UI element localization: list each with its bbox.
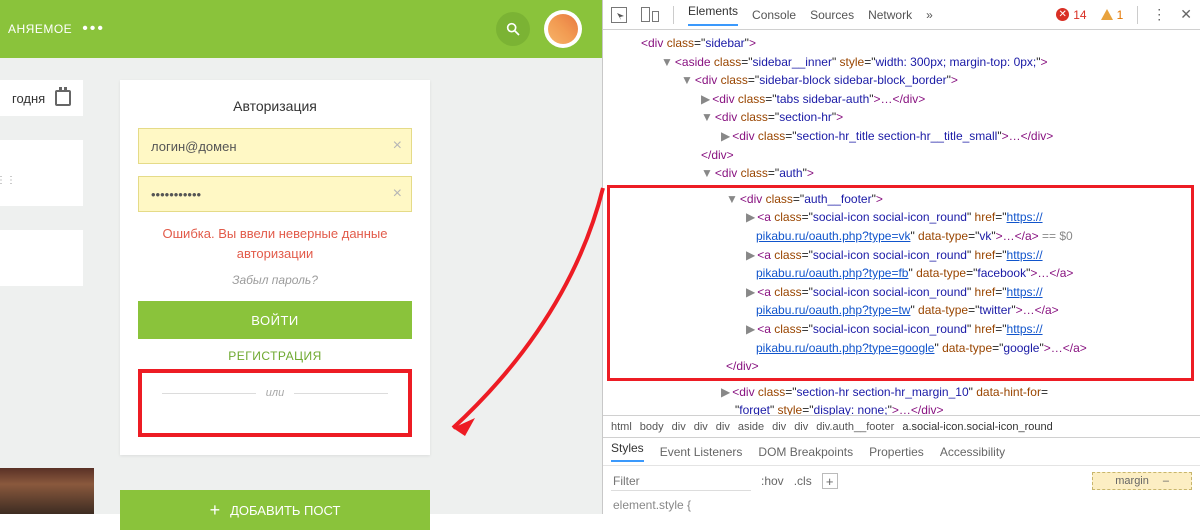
error-count[interactable]: ✕14: [1056, 8, 1086, 22]
inspect-icon[interactable]: [611, 7, 627, 23]
login-input[interactable]: [138, 128, 412, 164]
resize-handle[interactable]: ⋮⋮: [0, 170, 12, 190]
search-button[interactable]: [496, 12, 530, 46]
box-model-margin: margin–: [1092, 472, 1192, 490]
tab-more[interactable]: »: [926, 8, 933, 22]
login-field-wrap: ×: [138, 128, 412, 164]
tab-sources[interactable]: Sources: [810, 8, 854, 22]
auth-footer-highlight: или: [138, 369, 412, 437]
avatar-image: [548, 14, 578, 44]
left-block-2: [0, 140, 83, 206]
annotation-arrow: [435, 180, 625, 450]
add-post-label: ДОБАВИТЬ ПОСТ: [230, 503, 340, 518]
tab-event-listeners[interactable]: Event Listeners: [660, 445, 743, 459]
tab-dom-breakpoints[interactable]: DOM Breakpoints: [758, 445, 853, 459]
login-button[interactable]: ВОЙТИ: [138, 301, 412, 339]
site-panel: АНЯЕМОЕ ••• годня Авторизация × × Ошибка…: [0, 0, 602, 514]
elements-tree[interactable]: <div class="sidebar"> ▼<aside class="sid…: [603, 30, 1200, 415]
tab-accessibility[interactable]: Accessibility: [940, 445, 1005, 459]
devtools-panel: ⋮⋮ Elements Console Sources Network » ✕1…: [602, 0, 1200, 514]
hov-toggle[interactable]: :hov: [761, 474, 784, 488]
avatar[interactable]: [544, 10, 582, 48]
styles-filter-input[interactable]: [611, 471, 751, 491]
top-label: АНЯЕМОЕ: [8, 22, 72, 36]
styles-pane: Styles Event Listeners DOM Breakpoints P…: [603, 437, 1200, 514]
devtools-header: Elements Console Sources Network » ✕14 1…: [603, 0, 1200, 30]
tab-properties[interactable]: Properties: [869, 445, 924, 459]
devtools-close-icon[interactable]: ✕: [1180, 6, 1192, 23]
add-post-button[interactable]: + ДОБАВИТЬ ПОСТ: [120, 490, 430, 530]
top-left: АНЯЕМОЕ •••: [8, 20, 105, 38]
styles-tabs: Styles Event Listeners DOM Breakpoints P…: [603, 438, 1200, 466]
auth-card: Авторизация × × Ошибка. Вы ввели неверны…: [120, 80, 430, 455]
devtools-menu-icon[interactable]: ⋮: [1152, 6, 1166, 23]
tab-styles[interactable]: Styles: [611, 441, 644, 462]
element-style[interactable]: element.style {: [603, 496, 1200, 514]
tab-network[interactable]: Network: [868, 8, 912, 22]
top-right: [496, 10, 582, 48]
auth-title: Авторизация: [138, 98, 412, 114]
tab-elements[interactable]: Elements: [688, 4, 738, 26]
search-icon: [505, 21, 521, 37]
calendar-icon: [55, 90, 71, 106]
register-link[interactable]: РЕГИСТРАЦИЯ: [138, 349, 412, 363]
left-block-3: [0, 230, 83, 286]
clear-password-icon[interactable]: ×: [393, 185, 402, 203]
top-bar: АНЯЕМОЕ •••: [0, 0, 602, 58]
post-thumbnail: [0, 468, 94, 514]
clear-login-icon[interactable]: ×: [393, 137, 402, 155]
or-separator: или: [152, 387, 398, 399]
auth-error: Ошибка. Вы ввели неверные данные авториз…: [138, 224, 412, 263]
add-style-button[interactable]: +: [822, 473, 838, 489]
tab-console[interactable]: Console: [752, 8, 796, 22]
cls-toggle[interactable]: .cls: [794, 474, 812, 488]
forgot-password-link[interactable]: Забыл пароль?: [138, 273, 412, 287]
warning-count[interactable]: 1: [1101, 8, 1124, 22]
device-toggle-icon[interactable]: [641, 7, 659, 22]
today-pill[interactable]: годня: [0, 80, 83, 116]
today-label: годня: [12, 91, 45, 106]
password-field-wrap: ×: [138, 176, 412, 212]
password-input[interactable]: [138, 176, 412, 212]
plus-icon: +: [210, 500, 221, 521]
top-menu-dots[interactable]: •••: [82, 20, 105, 38]
breadcrumb[interactable]: html body div div div aside div div div.…: [603, 415, 1200, 437]
highlighted-block: ▼<div class="auth__footer"> ▶<a class="s…: [607, 185, 1194, 381]
filter-row: :hov .cls + margin–: [603, 466, 1200, 496]
